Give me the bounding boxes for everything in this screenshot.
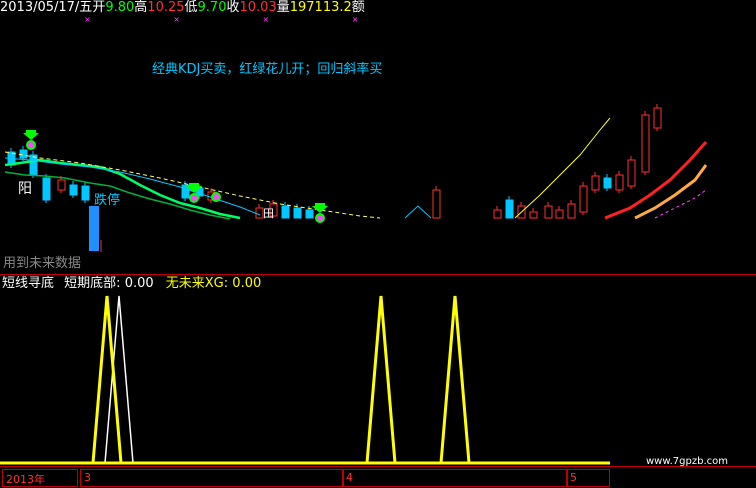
candle-body <box>591 175 600 191</box>
axis-month-5: 5 <box>570 471 577 484</box>
indicator-header: 短线寻底 短期底部: 0.00 无未来XG: 0.00 <box>2 276 261 292</box>
time-axis[interactable]: 2013年 3 4 5 <box>0 466 756 488</box>
axis-month-box-4 <box>342 469 568 487</box>
candle-body <box>293 207 302 219</box>
indicator-line1-value: 0.00 <box>124 276 154 291</box>
axis-month-4: 4 <box>346 471 353 484</box>
marks-row: × × × × <box>0 15 430 25</box>
candle-body <box>57 179 66 191</box>
price-chart-panel[interactable]: 经典KDJ买卖，红绿花儿开；回归斜率买 阳 跌停 田 用到未来数据 <box>0 0 756 274</box>
tian-label: 田 <box>263 207 274 220</box>
panel-separator[interactable] <box>0 274 756 275</box>
buy-arrow-icon <box>23 130 39 140</box>
candle-body <box>19 149 28 159</box>
candle-body <box>505 199 514 219</box>
flower-icon <box>26 140 36 150</box>
indicator-line2-label: 无未来XG: <box>165 276 229 291</box>
candle-body <box>579 185 588 213</box>
candle-body <box>603 177 612 189</box>
candle-body <box>255 207 264 219</box>
amount-label: 额 <box>351 0 365 15</box>
high-label: 高 <box>134 0 148 15</box>
future-data-label: 用到未来数据 <box>3 256 81 271</box>
indicator-line2-value: 0.00 <box>232 276 262 291</box>
candle-body <box>81 185 90 201</box>
indicator-line1-label: 短期底部: <box>64 276 121 291</box>
high-value: 10.25 <box>147 0 185 15</box>
axis-month-box-3 <box>80 469 344 487</box>
close-value: 10.03 <box>239 0 277 15</box>
candle-body <box>69 184 78 196</box>
candle-body <box>529 211 538 219</box>
candle-body <box>627 159 636 187</box>
axis-year-label: 2013年 <box>6 473 45 486</box>
upper-title-text: 经典KDJ买卖，红绿花儿开；回归斜率买 <box>152 61 382 77</box>
candle-body <box>493 209 502 219</box>
open-value: 9.80 <box>105 0 135 15</box>
volume-label: 量 <box>276 0 290 15</box>
yang-label: 阳 <box>18 181 32 197</box>
candle-body <box>567 203 576 219</box>
trend-peak <box>404 205 432 219</box>
candle-body <box>641 114 650 173</box>
watermark-text: www.7gpzb.com <box>646 456 728 467</box>
flower-icon <box>315 213 325 223</box>
low-label: 低 <box>184 0 198 15</box>
candle-body <box>281 205 290 219</box>
ma-line-orange <box>634 164 708 220</box>
low-value: 9.70 <box>197 0 227 15</box>
candle-body <box>29 154 38 176</box>
limit-down-label: 跌停 <box>94 192 120 208</box>
candle-body <box>432 189 441 219</box>
flower-icon <box>189 193 199 203</box>
candle-body <box>305 209 314 219</box>
trend-line-yellow <box>514 117 611 219</box>
open-label: 开 <box>92 0 106 15</box>
candle-body <box>544 205 553 219</box>
spike-yellow <box>439 295 471 464</box>
candle-body <box>653 107 662 129</box>
candle-body <box>42 177 51 201</box>
buy-arrow-icon <box>312 203 328 213</box>
indicator-spikes <box>91 295 471 464</box>
date-text: 2013/05/17/五 <box>0 0 93 15</box>
quote-info-bar: 2013/05/17/五开9.80高10.25低9.70收10.03量19711… <box>0 0 430 16</box>
limit-down-bar <box>89 206 99 251</box>
indicator-name: 短线寻底 <box>2 276 55 291</box>
indicator-chart-panel[interactable] <box>0 276 756 466</box>
flower-icon <box>211 192 221 202</box>
close-label: 收 <box>226 0 240 15</box>
candle-body <box>555 209 564 219</box>
ma-line-green-1 <box>4 158 241 220</box>
volume-value: 197113.2 <box>289 0 352 15</box>
mark-glyphs: × × × × <box>84 15 399 24</box>
candle-body <box>615 174 624 191</box>
spike-yellow <box>365 295 397 464</box>
axis-month-3: 3 <box>84 471 91 484</box>
